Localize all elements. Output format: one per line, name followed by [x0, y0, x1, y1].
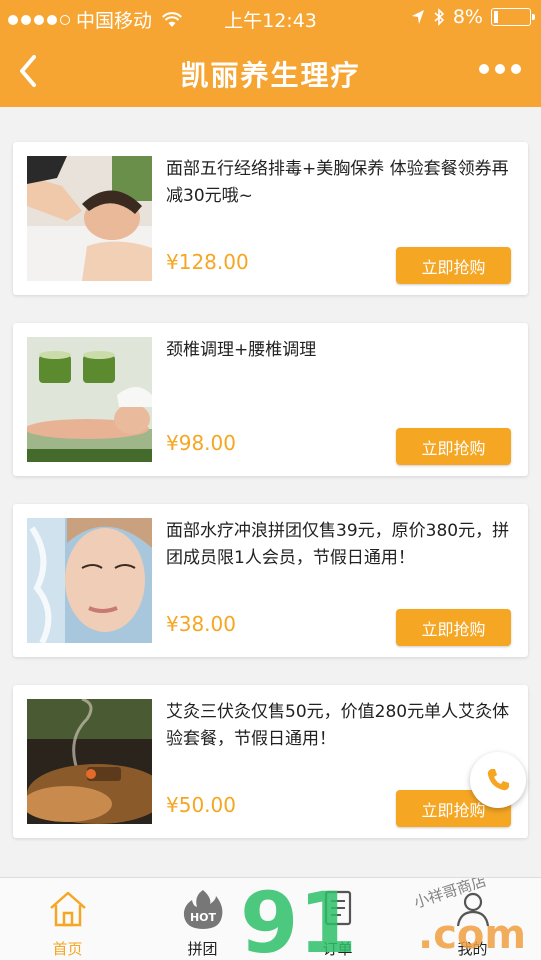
location-arrow-icon: [411, 10, 424, 24]
product-title[interactable]: 面部水疗冲浪拼团仅售39元，原价380元，拼团成员限1人会员，节假日通用！: [166, 518, 511, 572]
product-card[interactable]: 面部水疗冲浪拼团仅售39元，原价380元，拼团成员限1人会员，节假日通用！ ¥3…: [13, 504, 528, 657]
battery-percent: 8%: [452, 6, 483, 28]
tab-mine[interactable]: 我的: [405, 878, 540, 960]
call-button[interactable]: [470, 752, 526, 808]
tab-home-label: 首页: [52, 940, 83, 958]
status-bar: 中国移动 上午12:43 8%: [0, 0, 541, 36]
product-image-facial-hydrotherapy: [27, 518, 152, 643]
tab-group-buy[interactable]: HOT 拼团: [135, 878, 270, 960]
hot-flame-icon: HOT: [183, 890, 223, 929]
user-icon: [456, 892, 490, 927]
product-image-back-massage: [27, 337, 152, 462]
buy-now-button[interactable]: 立即抢购: [396, 609, 511, 646]
tab-orders-label: 订单: [322, 940, 353, 958]
tab-orders[interactable]: 订单: [270, 878, 405, 960]
tab-mine-label: 我的: [457, 940, 488, 958]
bottom-tab-bar: 首页 HOT 拼团 订单 我的: [0, 877, 541, 960]
product-price: ¥128.00: [166, 250, 249, 274]
product-title[interactable]: 面部五行经络排毒+美胸保养 体验套餐领券再减30元哦~: [166, 156, 511, 210]
tab-home[interactable]: 首页: [0, 878, 135, 960]
product-price: ¥38.00: [166, 612, 236, 636]
product-price: ¥50.00: [166, 793, 236, 817]
product-card[interactable]: 颈椎调理+腰椎调理 ¥98.00 立即抢购: [13, 323, 528, 476]
navbar: 凯丽养生理疗: [0, 36, 541, 107]
product-image-moxibustion: [27, 699, 152, 824]
product-price: ¥98.00: [166, 431, 236, 455]
more-options-icon[interactable]: [479, 64, 521, 74]
product-card[interactable]: 艾灸三伏灸仅售50元，价值280元单人艾灸体验套餐，节假日通用！ ¥50.00 …: [13, 685, 528, 838]
tab-group-buy-label: 拼团: [187, 940, 218, 958]
product-title[interactable]: 颈椎调理+腰椎调理: [166, 337, 511, 364]
product-title[interactable]: 艾灸三伏灸仅售50元，价值280元单人艾灸体验套餐，节假日通用！: [166, 699, 511, 753]
battery-icon: [491, 8, 535, 26]
app-header: 中国移动 上午12:43 8% 凯丽养生理疗: [0, 0, 541, 107]
order-list-icon: [324, 890, 352, 926]
buy-now-button[interactable]: 立即抢购: [396, 428, 511, 465]
phone-icon: [487, 769, 509, 791]
buy-now-button[interactable]: 立即抢购: [396, 247, 511, 284]
home-icon: [50, 891, 86, 927]
product-card[interactable]: 面部五行经络排毒+美胸保养 体验套餐领券再减30元哦~ ¥128.00 立即抢购: [13, 142, 528, 295]
page-title: 凯丽养生理疗: [180, 59, 361, 92]
product-image-facial-massage: [27, 156, 152, 281]
bluetooth-icon: [434, 8, 445, 26]
hot-badge: HOT: [190, 911, 217, 924]
